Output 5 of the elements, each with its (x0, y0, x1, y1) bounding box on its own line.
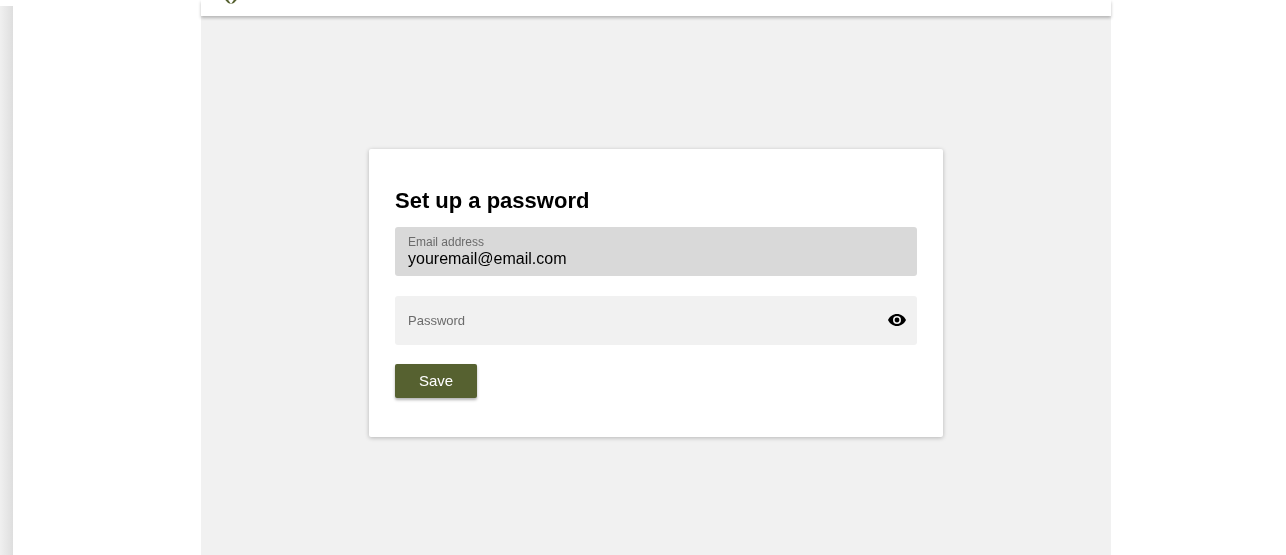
save-button[interactable]: Save (395, 364, 477, 398)
eye-icon[interactable] (888, 314, 906, 326)
form-title: Set up a password (395, 188, 591, 214)
password-field[interactable]: Password (395, 296, 917, 345)
field-label: Email address (408, 234, 486, 249)
